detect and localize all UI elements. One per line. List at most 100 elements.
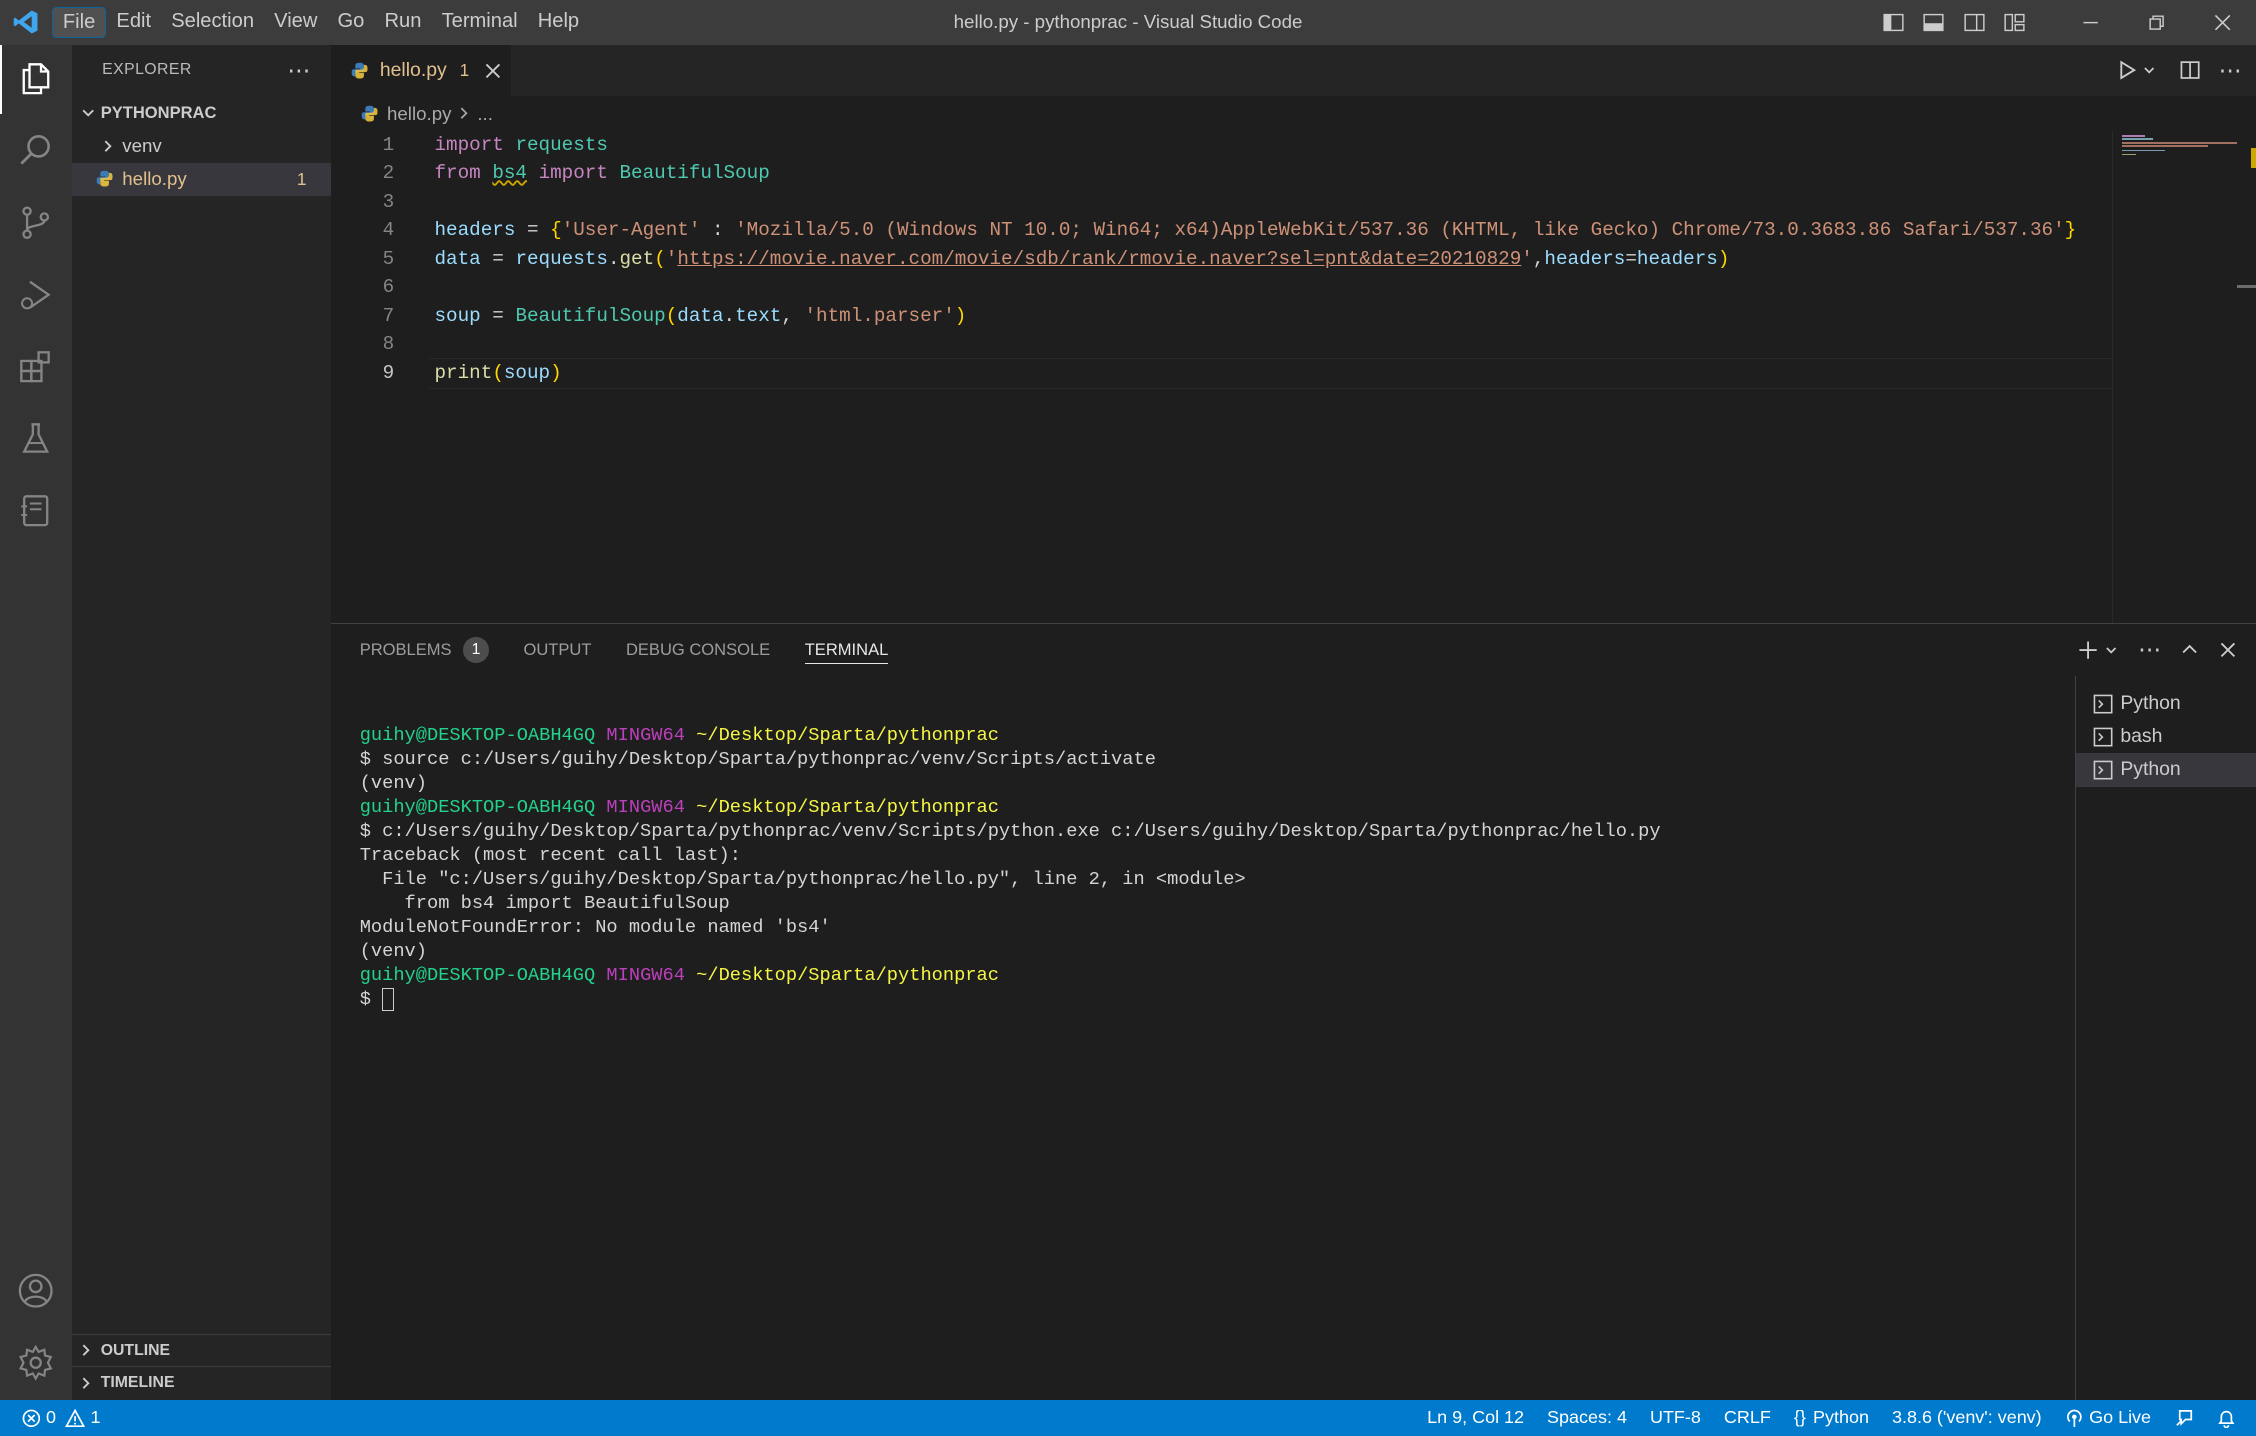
source-control-icon[interactable] — [0, 188, 72, 257]
terminal-token: $ source c:/Users/guihy/Desktop/Sparta/p… — [359, 748, 1156, 771]
minimize-button[interactable] — [2058, 0, 2124, 45]
menu-terminal[interactable]: Terminal — [432, 6, 528, 38]
code-token: soup — [503, 361, 551, 384]
code-editor[interactable]: 1 import requests 2 from bs4 import Beautif… — [330, 130, 2256, 623]
terminal-output[interactable]: guihy@DESKTOP-OABH4GQ MINGW64 ~/Desktop/… — [360, 723, 2058, 1011]
go-live[interactable]: Go Live — [2053, 1400, 2162, 1436]
terminal-profile-chevron-icon[interactable] — [2104, 643, 2118, 657]
toggle-secondary-sidebar-icon[interactable] — [1954, 0, 1994, 45]
code-token: = — [515, 219, 551, 242]
customize-layout-icon[interactable] — [1994, 0, 2034, 45]
tab-hello-py[interactable]: hello.py 1 — [330, 44, 511, 97]
code-line[interactable]: 6 — [331, 273, 2112, 302]
split-editor-icon[interactable] — [2180, 60, 2200, 80]
code-line[interactable]: 9 print(soup) — [331, 359, 2112, 388]
accounts-icon[interactable] — [0, 1256, 72, 1325]
notebook-icon[interactable] — [0, 476, 72, 545]
tab-debug-console[interactable]: DEBUG CONSOLE — [626, 624, 770, 676]
editor-tabs: hello.py 1 ⋯ — [330, 44, 2256, 97]
cursor-position[interactable]: Ln 9, Col 12 — [1416, 1400, 1536, 1436]
tree-item-hello-py[interactable]: hello.py 1 — [71, 162, 331, 196]
search-icon[interactable] — [0, 117, 72, 186]
section-outline[interactable]: OUTLINE — [71, 1333, 331, 1367]
code-line[interactable]: 4 headers = {'User-Agent' : 'Mozilla/5.0 … — [331, 216, 2112, 245]
terminal-list-item[interactable]: Python — [2076, 687, 2256, 720]
overview-warning-marker — [2251, 148, 2256, 169]
language-mode[interactable]: {} Python — [1782, 1400, 1880, 1436]
menu-run[interactable]: Run — [374, 6, 431, 38]
terminal-token: $ c:/Users/guihy/Desktop/Sparta/pythonpr… — [359, 820, 1661, 843]
tab-problems[interactable]: PROBLEMS 1 — [360, 624, 489, 676]
feedback-icon[interactable] — [2163, 1400, 2206, 1436]
menu-help[interactable]: Help — [528, 6, 590, 38]
terminal-token: Traceback (most recent call last): — [359, 844, 741, 867]
run-python-file-icon[interactable] — [2117, 60, 2137, 81]
close-panel-icon[interactable] — [2220, 642, 2236, 658]
end-of-line[interactable]: CRLF — [1712, 1400, 1782, 1436]
terminal-token: ~/Desktop/Sparta/pythonprac — [696, 724, 999, 747]
code-line[interactable]: 8 — [331, 330, 2112, 359]
testing-flask-icon[interactable] — [0, 404, 72, 473]
toggle-panel-icon[interactable] — [1914, 0, 1954, 45]
breadcrumb-file[interactable]: hello.py — [387, 103, 451, 125]
run-dropdown-chevron-icon[interactable] — [2142, 63, 2156, 77]
code-token: . — [723, 304, 736, 327]
broadcast-icon — [2065, 1409, 2084, 1428]
breadcrumb-symbols[interactable]: ... — [477, 103, 493, 125]
new-terminal-icon[interactable] — [2078, 640, 2098, 660]
notifications-bell-icon[interactable] — [2206, 1400, 2256, 1436]
restore-button[interactable] — [2124, 0, 2190, 45]
close-window-button[interactable] — [2190, 0, 2256, 45]
toggle-primary-sidebar-icon[interactable] — [1873, 0, 1913, 45]
minimap[interactable] — [2112, 130, 2256, 623]
section-timeline[interactable]: TIMELINE — [71, 1366, 331, 1399]
code-line[interactable]: 5 data = requests.get('https://movie.nave… — [331, 245, 2112, 274]
manage-gear-icon[interactable] — [0, 1328, 72, 1397]
explorer-icon[interactable] — [0, 44, 71, 114]
more-actions-icon[interactable]: ⋯ — [2219, 57, 2242, 84]
menu-edit[interactable]: Edit — [106, 6, 161, 38]
tree-item-venv[interactable]: venv — [72, 129, 331, 162]
code-line[interactable]: 2 from bs4 import BeautifulSoup — [331, 159, 2112, 188]
terminal-list-item[interactable]: Python — [2075, 753, 2256, 787]
problems-status[interactable]: 0 1 — [0, 1400, 112, 1436]
code-token: = — [1625, 247, 1637, 270]
extensions-icon[interactable] — [0, 332, 72, 401]
maximize-panel-icon[interactable] — [2181, 641, 2198, 658]
terminal-token: guihy@DESKTOP-OABH4GQ — [359, 796, 596, 819]
code-token: = — [480, 304, 516, 327]
menu-go[interactable]: Go — [327, 6, 374, 38]
more-actions-icon[interactable]: ⋯ — [287, 57, 310, 84]
more-actions-icon[interactable]: ⋯ — [2138, 636, 2161, 663]
code-token: ' — [665, 247, 678, 270]
code-token: ( — [492, 361, 504, 384]
line-number: 6 — [382, 276, 395, 299]
code-line[interactable]: 7 soup = BeautifulSoup(data.text, 'html.p… — [331, 302, 2112, 331]
window-controls — [1873, 0, 2256, 45]
code-token: 'User-Agent' — [561, 219, 701, 242]
code-token: https://movie.naver.com/movie/sdb/rank/r… — [677, 247, 1522, 270]
code-line[interactable]: 3 — [331, 188, 2112, 217]
menu-file[interactable]: File — [51, 6, 107, 38]
terminal-line: $ c:/Users/guihy/Desktop/Sparta/pythonpr… — [360, 819, 2058, 843]
terminal-list-item[interactable]: bash — [2076, 720, 2256, 753]
run-debug-icon[interactable] — [0, 260, 72, 329]
python-interpreter[interactable]: 3.8.6 ('venv': venv) — [1880, 1400, 2053, 1436]
chevron-right-icon — [72, 1343, 101, 1357]
panel-actions: ⋯ — [2078, 624, 2236, 676]
folder-header-pythonprac[interactable]: PYTHONPRAC — [72, 96, 331, 129]
menu-view[interactable]: View — [264, 6, 327, 38]
menu-selection[interactable]: Selection — [161, 6, 264, 38]
terminal-token: MINGW64 — [606, 964, 685, 987]
tab-output[interactable]: OUTPUT — [523, 624, 591, 676]
indentation[interactable]: Spaces: 4 — [1536, 1400, 1639, 1436]
close-tab-icon[interactable] — [485, 63, 501, 79]
code-line[interactable]: 1 import requests — [331, 131, 2112, 160]
terminal-line: $ source c:/Users/guihy/Desktop/Sparta/p… — [360, 747, 2058, 771]
code-token: ) — [954, 304, 967, 327]
tab-terminal[interactable]: TERMINAL — [804, 624, 889, 676]
encoding[interactable]: UTF-8 — [1638, 1400, 1712, 1436]
terminal-token: (venv) — [359, 940, 427, 963]
